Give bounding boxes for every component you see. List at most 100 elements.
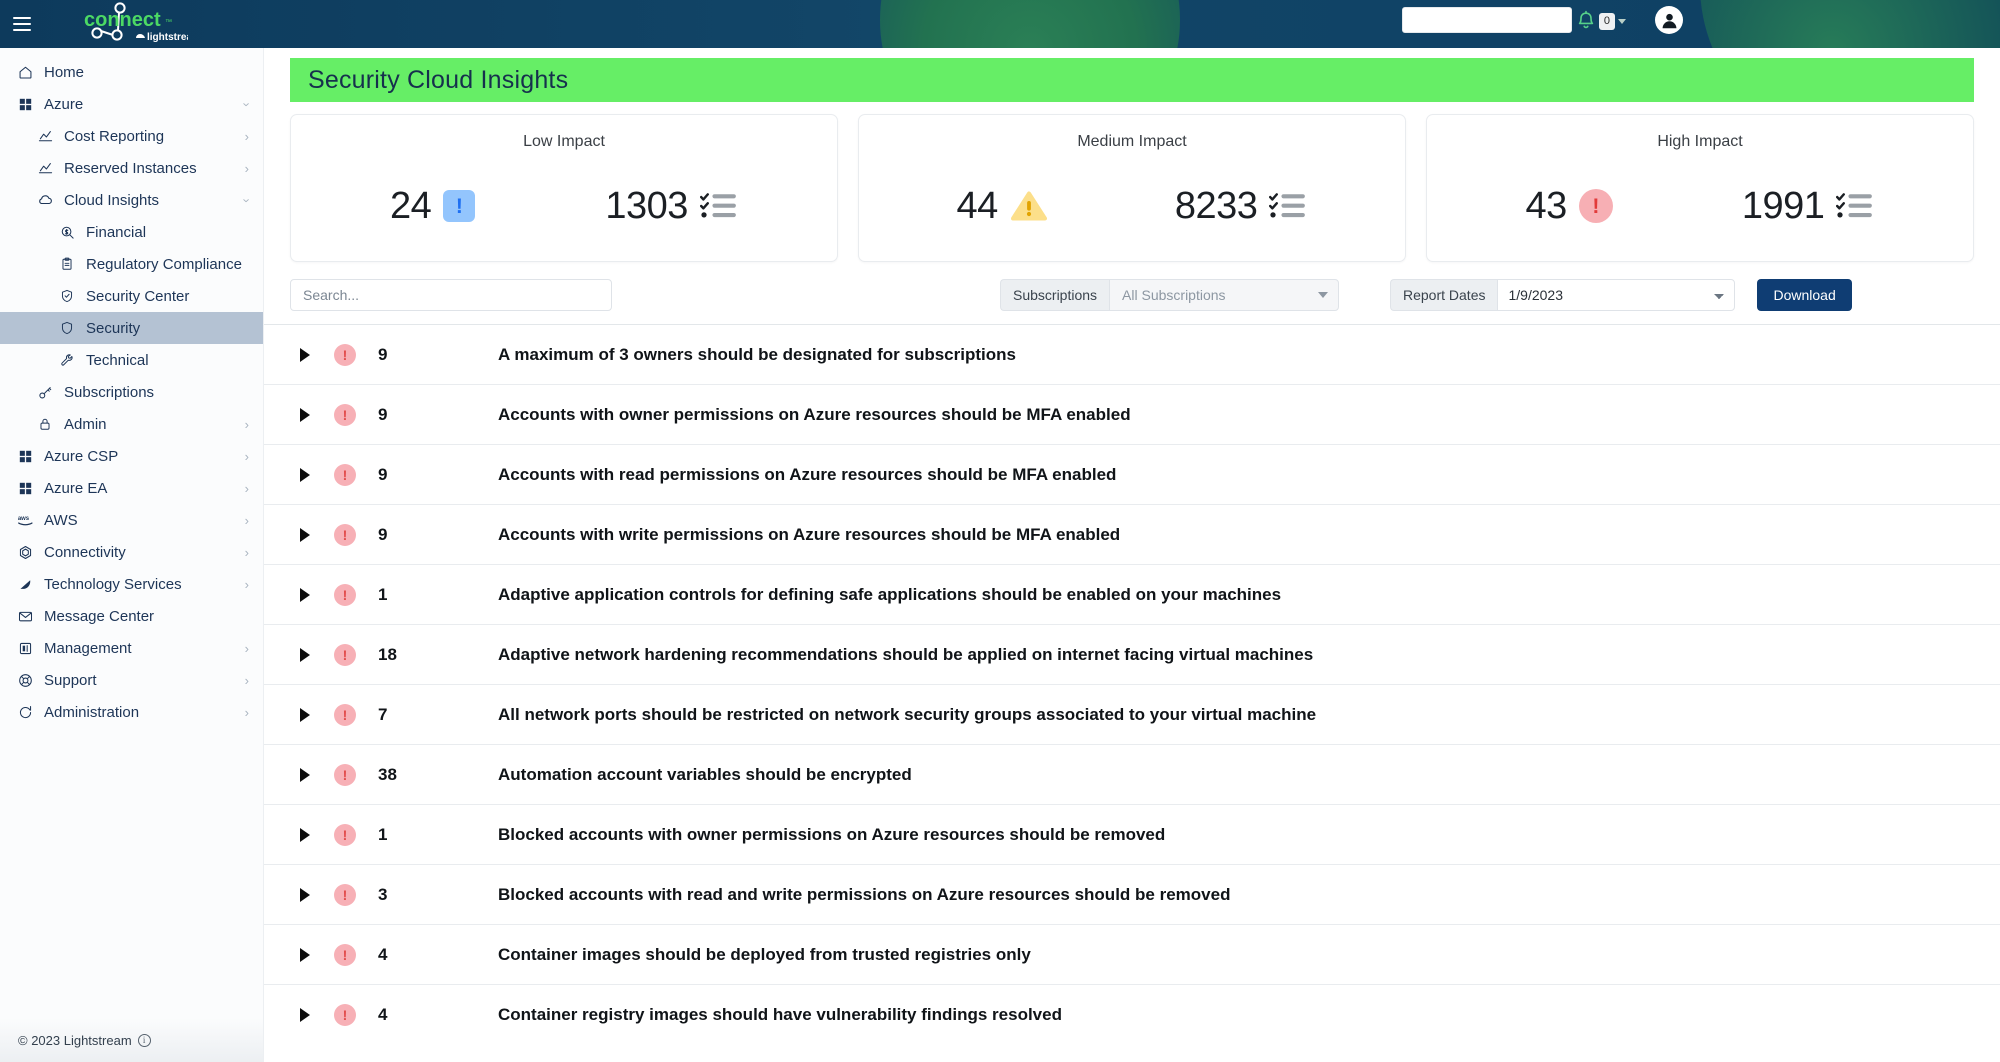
table-row[interactable]: ! 9 A maximum of 3 owners should be design…: [264, 324, 2000, 384]
finding-count: 1: [378, 584, 388, 604]
chevron-right-icon[interactable]: ›: [245, 674, 249, 687]
exclamation-circle-icon: !: [334, 1003, 356, 1026]
sidebar-item-administration[interactable]: Administration ›: [0, 696, 263, 728]
table-row[interactable]: ! 18 Adaptive network hardening recommenda…: [264, 624, 2000, 684]
finding-count: 7: [378, 704, 388, 724]
header-search-input[interactable]: [1402, 7, 1572, 33]
chart-icon: [34, 161, 56, 176]
sidebar-item-security[interactable]: Security: [0, 312, 263, 344]
impact-card: Low Impact 24! 1303: [290, 114, 838, 262]
sidebar-item-azure-ea[interactable]: Azure EA ›: [0, 472, 263, 504]
sidebar: Home Azure › Cost Reporting › Reserved Instan…: [0, 48, 264, 1062]
chevron-down-icon[interactable]: ›: [239, 198, 254, 202]
download-button[interactable]: Download: [1757, 279, 1852, 311]
card-count-value: 44: [956, 184, 999, 227]
sidebar-item-regulatory-compliance[interactable]: Regulatory Compliance: [0, 248, 263, 280]
sidebar-item-cloud-insights[interactable]: Cloud Insights ›: [0, 184, 263, 216]
user-avatar-button[interactable]: [1655, 6, 1683, 34]
sidebar-item-message-center[interactable]: Message Center: [0, 600, 263, 632]
chart-icon: [34, 129, 56, 144]
chevron-right-icon[interactable]: ›: [245, 482, 249, 495]
clipboard-icon: [56, 257, 78, 271]
expand-triangle-icon[interactable]: [292, 947, 318, 962]
table-row[interactable]: ! 4 Container registry images should have …: [264, 984, 2000, 1044]
finding-count: 18: [378, 644, 397, 664]
exclamation-circle-icon: !: [334, 943, 356, 966]
finding-title: Container registry images should have vu…: [498, 1004, 1062, 1024]
money-search-icon: [56, 225, 78, 240]
expand-triangle-icon[interactable]: [292, 527, 318, 542]
sidebar-item-cost-reporting[interactable]: Cost Reporting ›: [0, 120, 263, 152]
chevron-down-icon[interactable]: [1618, 18, 1626, 24]
table-row[interactable]: ! 1 Blocked accounts with owner permission…: [264, 804, 2000, 864]
exclamation-circle-icon: !: [334, 583, 356, 606]
svg-text:™: ™: [165, 19, 172, 26]
finding-title: Blocked accounts with owner permissions …: [498, 824, 1166, 844]
sidebar-item-admin[interactable]: Admin ›: [0, 408, 263, 440]
sidebar-item-subscriptions[interactable]: Subscriptions: [0, 376, 263, 408]
expand-triangle-icon[interactable]: [292, 407, 318, 422]
expand-triangle-icon[interactable]: [292, 1007, 318, 1022]
sidebar-item-technical[interactable]: Technical: [0, 344, 263, 376]
expand-triangle-icon[interactable]: [292, 887, 318, 902]
sidebar-item-aws[interactable]: aws AWS ›: [0, 504, 263, 536]
chevron-down-icon[interactable]: ›: [239, 102, 254, 106]
sidebar-item-label: Cloud Insights: [64, 191, 160, 209]
info-icon[interactable]: i: [137, 1033, 151, 1047]
chevron-right-icon[interactable]: ›: [245, 546, 249, 559]
page-title-banner: Security Cloud Insights: [290, 58, 1974, 102]
hexagon-icon: [14, 545, 36, 560]
table-row[interactable]: ! 9 Accounts with write permissions on Azu…: [264, 504, 2000, 564]
sidebar-item-technology-services[interactable]: Technology Services ›: [0, 568, 263, 600]
table-row[interactable]: ! 1 Adaptive application controls for defi…: [264, 564, 2000, 624]
sidebar-item-management[interactable]: Management ›: [0, 632, 263, 664]
table-row[interactable]: ! 38 Automation account variables should b…: [264, 744, 2000, 804]
sidebar-item-connectivity[interactable]: Connectivity ›: [0, 536, 263, 568]
exclamation-square-icon: !: [443, 190, 476, 222]
expand-triangle-icon[interactable]: [292, 647, 318, 662]
sidebar-item-label: Admin: [64, 415, 107, 433]
sidebar-item-security-center[interactable]: Security Center: [0, 280, 263, 312]
card-total-metric: 1303: [605, 185, 738, 228]
sidebar-item-financial[interactable]: Financial: [0, 216, 263, 248]
notifications-button[interactable]: 0: [1576, 7, 1626, 35]
sidebar-item-support[interactable]: Support ›: [0, 664, 263, 696]
expand-triangle-icon[interactable]: [292, 707, 318, 722]
chevron-right-icon[interactable]: ›: [245, 514, 249, 527]
sidebar-item-label: Technology Services: [44, 575, 182, 593]
expand-triangle-icon[interactable]: [292, 347, 318, 362]
expand-triangle-icon[interactable]: [292, 587, 318, 602]
expand-triangle-icon[interactable]: [292, 827, 318, 842]
report-date-select[interactable]: 1/9/2023: [1497, 279, 1736, 311]
chevron-right-icon[interactable]: ›: [245, 130, 249, 143]
chevron-right-icon[interactable]: ›: [245, 578, 249, 591]
sidebar-item-home[interactable]: Home: [0, 56, 263, 88]
subscriptions-select[interactable]: All Subscriptions: [1109, 279, 1340, 311]
expand-triangle-icon[interactable]: [292, 467, 318, 482]
hamburger-icon[interactable]: [8, 11, 36, 37]
checklist-icon: [1269, 193, 1306, 218]
table-row[interactable]: ! 3 Blocked accounts with read and write p…: [264, 864, 2000, 924]
chevron-right-icon[interactable]: ›: [245, 642, 249, 655]
search-input[interactable]: [290, 279, 612, 311]
card-body: 43! 1991: [1427, 151, 1973, 261]
sidebar-footer: © 2023 Lightstream i: [0, 1018, 263, 1062]
finding-title: All network ports should be restricted o…: [498, 704, 1317, 724]
table-row[interactable]: ! 7 All network ports should be restricted…: [264, 684, 2000, 744]
expand-triangle-icon[interactable]: [292, 767, 318, 782]
chevron-right-icon[interactable]: ›: [245, 418, 249, 431]
chevron-right-icon[interactable]: ›: [245, 706, 249, 719]
sidebar-item-label: AWS: [44, 511, 78, 529]
sidebar-item-azure-csp[interactable]: Azure CSP ›: [0, 440, 263, 472]
table-row[interactable]: ! 4 Container images should be deployed fr…: [264, 924, 2000, 984]
sidebar-item-label: Connectivity: [44, 543, 126, 561]
sidebar-item-azure[interactable]: Azure ›: [0, 88, 263, 120]
sidebar-item-label: Security Center: [86, 287, 190, 305]
table-row[interactable]: ! 9 Accounts with owner permissions on Azu…: [264, 384, 2000, 444]
subscriptions-selected-value: All Subscriptions: [1122, 287, 1226, 303]
table-row[interactable]: ! 9 Accounts with read permissions on Azur…: [264, 444, 2000, 504]
chevron-right-icon[interactable]: ›: [245, 450, 249, 463]
sidebar-item-reserved-instances[interactable]: Reserved Instances ›: [0, 152, 263, 184]
connect-lightstream-logo[interactable]: connect ™ lightstream: [58, 2, 201, 46]
chevron-right-icon[interactable]: ›: [245, 162, 249, 175]
